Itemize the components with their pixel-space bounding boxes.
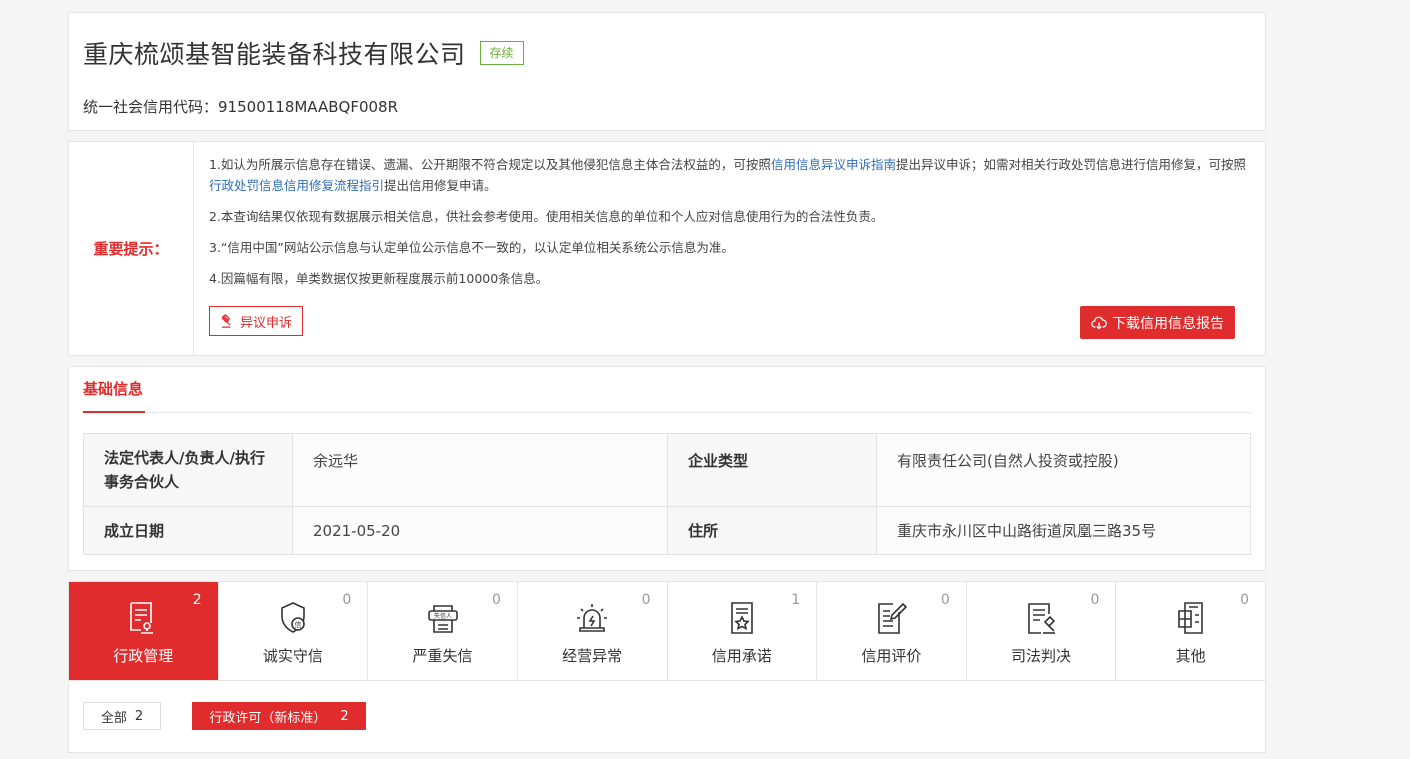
tab-business-abnormal[interactable]: 0 经营异常 <box>518 582 668 680</box>
table-row: 法定代表人/负责人/执行事务合伙人 余远华 企业类型 有限责任公司(自然人投资或… <box>83 433 1251 507</box>
tab-other[interactable]: 0 其他 <box>1116 582 1265 680</box>
credit-code-label: 统一社会信用代码： <box>83 98 219 116</box>
basic-info-card: 基础信息 法定代表人/负责人/执行事务合伙人 余远华 企业类型 有限责任公司(自… <box>68 366 1266 571</box>
filter-all-count: 2 <box>134 708 144 724</box>
filter-admin-license[interactable]: 行政许可（新标准） 2 <box>192 702 366 730</box>
repair-guide-link[interactable]: 行政处罚信息信用修复流程指引 <box>209 178 384 193</box>
category-label: 信用承诺 <box>711 647 772 665</box>
category-count: 0 <box>342 592 352 608</box>
filter-all[interactable]: 全部 2 <box>83 702 161 730</box>
category-label: 严重失信 <box>412 647 473 665</box>
company-type-value: 有限责任公司(自然人投资或控股) <box>876 433 1251 507</box>
address-value: 重庆市永川区中山路街道凤凰三路35号 <box>876 506 1251 555</box>
category-count: 2 <box>192 592 202 608</box>
alarm-light-icon <box>577 604 608 632</box>
company-header: 重庆梳颂基智能装备科技有限公司 存续 统一社会信用代码：91500118MAAB… <box>68 12 1266 131</box>
record-filters: 全部 2 行政许可（新标准） 2 <box>68 681 1266 753</box>
commitment-star-icon <box>731 602 753 634</box>
category-label: 司法判决 <box>1011 647 1072 665</box>
table-row: 成立日期 2021-05-20 住所 重庆市永川区中山路街道凤凰三路35号 <box>83 506 1251 555</box>
icon-text: 失信人 <box>434 612 452 620</box>
legal-rep-value: 余远华 <box>292 433 668 507</box>
credit-code-value: 91500118MAABQF008R <box>218 98 399 116</box>
important-notice: 重要提示： 1.如认为所展示信息存在错误、遗漏、公开期限不符合规定以及其他侵犯信… <box>68 141 1266 356</box>
category-label: 经营异常 <box>562 647 623 665</box>
basic-info-table: 法定代表人/负责人/执行事务合伙人 余远华 企业类型 有限责任公司(自然人投资或… <box>83 433 1251 555</box>
appeal-button-label: 异议申诉 <box>240 315 293 331</box>
category-count: 1 <box>791 592 801 608</box>
notice-text: 1.如认为所展示信息存在错误、遗漏、公开期限不符合规定以及其他侵犯信息主体合法权… <box>209 157 771 172</box>
credit-category-tabs: 2 行政管理 0 信 诚实守信 0 失信人 严重失信 0 经营异常 1 信用承诺… <box>68 581 1266 681</box>
tab-serious-dishonesty[interactable]: 0 失信人 严重失信 <box>368 582 518 680</box>
tab-admin-management[interactable]: 2 行政管理 <box>69 582 219 680</box>
category-label: 行政管理 <box>113 647 174 665</box>
address-key: 住所 <box>667 506 877 555</box>
gavel-icon <box>221 313 231 328</box>
category-count: 0 <box>1090 592 1100 608</box>
notice-line-1: 1.如认为所展示信息存在错误、遗漏、公开期限不符合规定以及其他侵犯信息主体合法权… <box>209 154 1251 196</box>
svg-text:信: 信 <box>294 620 301 629</box>
founded-date-value: 2021-05-20 <box>292 506 668 555</box>
appeal-button[interactable]: 异议申诉 <box>209 306 304 336</box>
category-count: 0 <box>641 592 651 608</box>
category-count: 0 <box>1240 592 1249 608</box>
category-count: 0 <box>491 592 501 608</box>
category-label: 其他 <box>1175 647 1206 665</box>
filter-admin-count: 2 <box>340 708 349 724</box>
filter-all-label: 全部 <box>100 710 127 726</box>
basic-info-tabs: 基础信息 <box>83 367 1251 413</box>
tab-integrity[interactable]: 0 信 诚实守信 <box>219 582 369 680</box>
notice-text: 提出信用修复申请。 <box>384 178 497 193</box>
notice-text: 提出异议申诉；如需对相关行政处罚信息进行信用修复，可按照 <box>895 157 1246 172</box>
cloud-download-icon <box>1091 316 1107 330</box>
tab-credit-evaluation[interactable]: 0 信用评价 <box>817 582 967 680</box>
notice-line-2: 2.本查询结果仅依现有数据展示相关信息，供社会参考使用。使用相关信息的单位和个人… <box>209 209 884 224</box>
company-type-key: 企业类型 <box>667 433 877 507</box>
category-label: 诚实守信 <box>262 647 323 665</box>
tab-judicial-judgment[interactable]: 0 司法判决 <box>967 582 1117 680</box>
other-documents-icon <box>1177 602 1203 634</box>
tab-basic-info[interactable]: 基础信息 <box>83 367 146 413</box>
appeal-guide-link[interactable]: 信用信息异议申诉指南 <box>771 157 896 172</box>
judgment-document-icon <box>1028 603 1056 634</box>
founded-date-key: 成立日期 <box>83 506 293 555</box>
download-button-label: 下载信用信息报告 <box>1112 315 1224 332</box>
document-stamp-icon <box>130 602 154 634</box>
evaluation-pen-icon <box>878 602 908 634</box>
notice-label: 重要提示： <box>69 142 194 355</box>
notice-line-3: 3.“信用中国”网站公示信息与认定单位公示信息不一致的，以认定单位相关系统公示信… <box>209 240 734 255</box>
category-label: 信用评价 <box>861 647 922 665</box>
legal-rep-key: 法定代表人/负责人/执行事务合伙人 <box>83 433 293 507</box>
category-count: 0 <box>940 592 950 608</box>
notice-line-4: 4.因篇幅有限，单类数据仅按更新程度展示前10000条信息。 <box>209 271 549 286</box>
filter-admin-label: 行政许可（新标准） <box>209 710 327 726</box>
credit-code: 统一社会信用代码：91500118MAABQF008R <box>83 96 1251 117</box>
notice-body: 1.如认为所展示信息存在错误、遗漏、公开期限不符合规定以及其他侵犯信息主体合法权… <box>194 142 1265 355</box>
shield-credit-icon: 信 <box>281 602 305 633</box>
tab-credit-commitment[interactable]: 1 信用承诺 <box>668 582 818 680</box>
download-report-button[interactable]: 下载信用信息报告 <box>1080 306 1235 339</box>
company-name: 重庆梳颂基智能装备科技有限公司 <box>83 40 466 69</box>
dishonest-person-icon: 失信人 <box>427 605 458 633</box>
status-badge: 存续 <box>479 41 524 65</box>
